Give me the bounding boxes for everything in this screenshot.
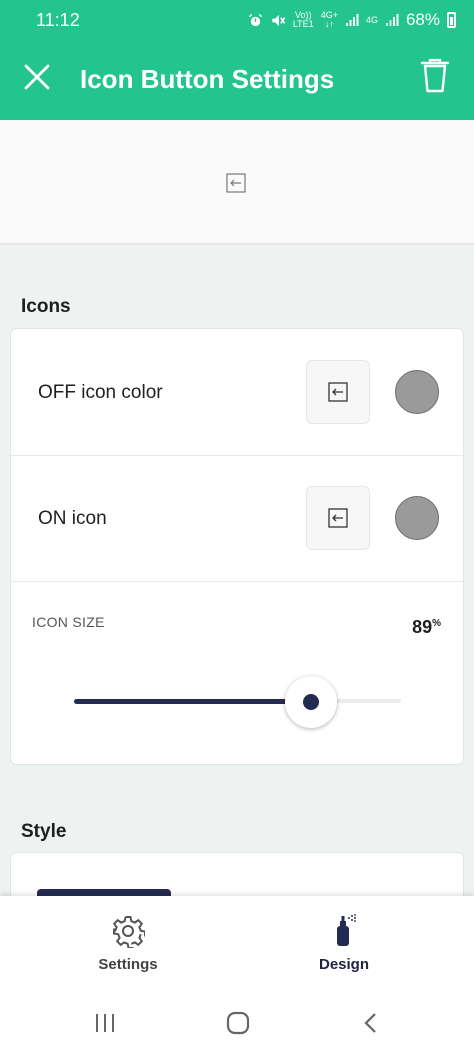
signal-sim2-icon [385,14,399,26]
trash-icon [420,58,450,93]
off-icon-label: OFF icon color [38,382,163,403]
nav-label-settings: Settings [98,956,158,973]
icon-size-label: ICON SIZE [32,614,105,630]
arrow-left-box-icon [328,382,348,402]
status-bar: 11:12 Vo)) LTE1 4G+ ↓↑ 4G 68% [0,0,474,44]
off-icon-picker[interactable] [306,360,370,424]
battery-icon [447,12,456,28]
home-button[interactable] [223,1008,253,1038]
mute-icon [272,14,286,26]
close-button[interactable] [22,62,52,92]
signal-icon [345,14,359,26]
icon-size-slider[interactable] [74,698,401,704]
divider [11,581,463,582]
bottom-nav: Settings Design [0,896,474,990]
off-icon-row: OFF icon color [11,329,463,455]
close-icon [24,64,50,90]
system-nav-bar [0,990,474,1053]
sim2-indicator: 4G [365,14,378,25]
recents-icon [96,1014,114,1032]
back-button[interactable] [356,1008,386,1038]
app-header: 11:12 Vo)) LTE1 4G+ ↓↑ 4G 68% Icon Butto… [0,0,474,120]
volte-indicator: Vo)) LTE1 [292,10,314,29]
on-icon-label: ON icon [38,508,107,529]
back-icon [364,1013,376,1033]
nav-label-design: Design [318,956,369,973]
home-icon [226,1011,250,1035]
slider-thumb-dot [303,694,320,710]
status-icons: Vo)) LTE1 4G+ ↓↑ 4G 68% [248,10,456,30]
nav-item-design[interactable]: Design [284,914,404,973]
on-icon-row: ON icon [11,456,463,581]
delete-button[interactable] [420,58,450,96]
nav-item-settings[interactable]: Settings [68,914,188,973]
on-color-swatch[interactable] [395,496,439,540]
page-title: Icon Button Settings [80,64,335,94]
slider-fill [74,698,312,704]
gear-icon [112,916,145,948]
alarm-icon [248,13,262,26]
on-icon-picker[interactable] [306,486,370,550]
slider-thumb[interactable] [285,676,338,728]
data-indicator: 4G+ ↓↑ [320,10,338,29]
icon-size-value: 89% [412,617,441,637]
icons-card: OFF icon color ON icon ICON SIZE 89% [10,328,464,765]
recents-button[interactable] [90,1008,120,1038]
off-color-swatch[interactable] [395,370,439,414]
spray-can-icon [337,914,356,946]
battery-percent: 68% [405,10,440,29]
style-section-heading: Style [21,821,67,842]
status-time: 11:12 [36,10,80,30]
arrow-left-box-icon [328,508,348,528]
icons-section-heading: Icons [21,296,71,317]
arrow-left-box-icon[interactable] [226,173,246,193]
